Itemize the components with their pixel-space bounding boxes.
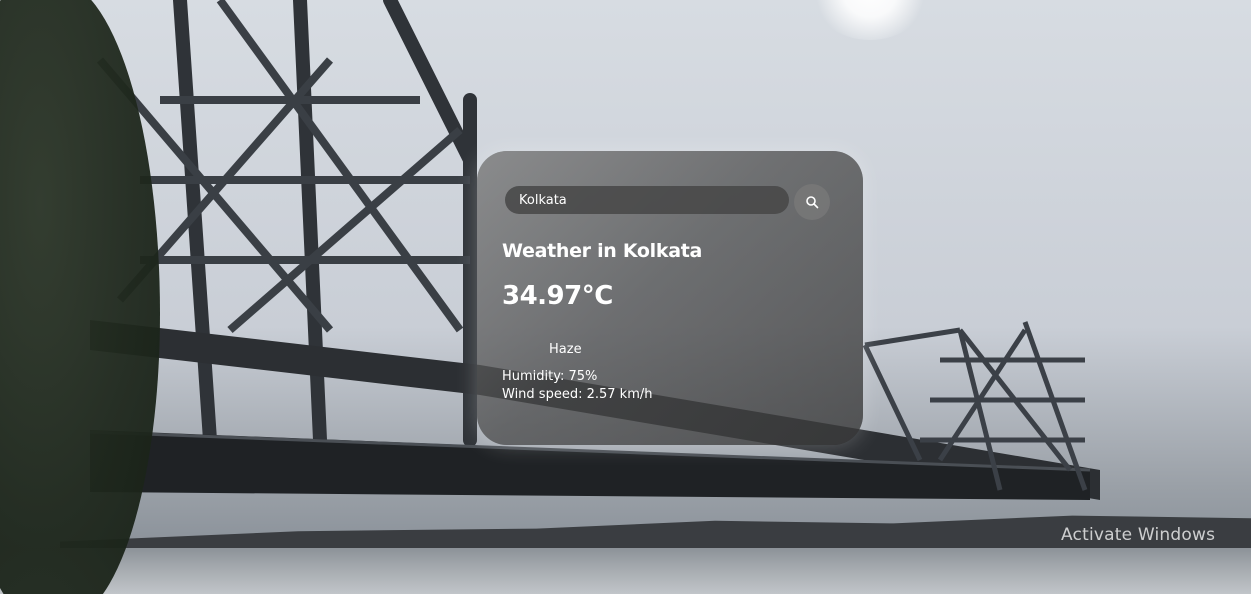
search-icon	[806, 196, 819, 209]
search-button[interactable]	[794, 184, 830, 220]
haze-icon	[502, 338, 546, 360]
humidity-label: Humidity: 75%	[502, 369, 598, 384]
weather-title: Weather in Kolkata	[502, 240, 703, 262]
wind-speed-label: Wind speed: 2.57 km/h	[502, 387, 653, 402]
weather-card: Weather in Kolkata 34.97°C Haze Humidity…	[477, 151, 863, 445]
river-water	[0, 548, 1251, 594]
search-bar	[505, 184, 831, 220]
weather-condition: Haze	[502, 338, 582, 360]
condition-label: Haze	[549, 341, 582, 357]
activate-windows-watermark: Activate Windows	[1061, 525, 1216, 545]
city-search-input[interactable]	[505, 186, 789, 214]
temperature-value: 34.97°C	[502, 281, 613, 311]
